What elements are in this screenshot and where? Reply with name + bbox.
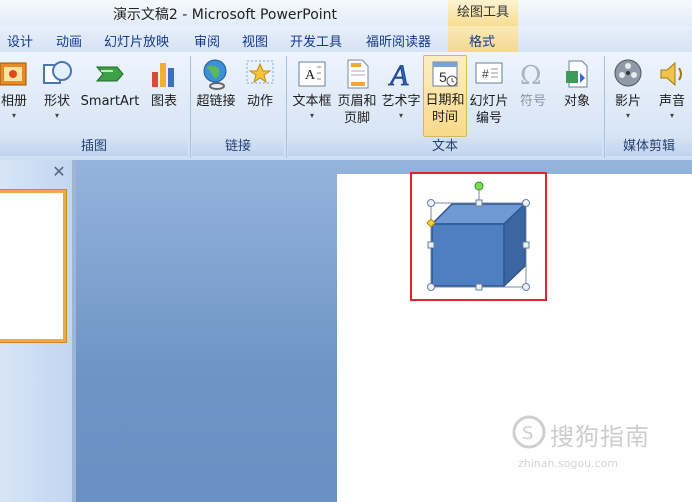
group-label-text: 文本 [288, 138, 602, 156]
ribbon-group-separator [190, 56, 191, 158]
svg-text:#: # [482, 67, 489, 81]
group-label-media-clips: 媒体剪辑 [606, 138, 692, 156]
action-star-icon [246, 60, 274, 84]
smartart-button[interactable]: SmartArt [79, 57, 141, 110]
slide-number-label: 幻灯片 [469, 94, 509, 109]
hyperlink-globe-icon [203, 59, 227, 90]
shapes-dropdown-arrow-icon: ▾ [54, 111, 59, 120]
tab-slide-show[interactable]: 幻灯片放映 [104, 31, 169, 50]
textbox-dropdown-arrow-icon: ▾ [309, 111, 314, 120]
shapes-label: 形状 [43, 94, 70, 109]
action-label: 动作 [246, 94, 273, 109]
chart-button[interactable]: 图表 [144, 57, 184, 110]
movie-button[interactable]: 影片 ▾ [608, 57, 648, 122]
slide-number-label-line2: 编号 [475, 111, 502, 126]
sound-label: 声音 [658, 94, 685, 109]
red-highlight-box [410, 172, 547, 301]
film-reel-icon [614, 59, 642, 87]
svg-text:S: S [522, 423, 533, 444]
tab-foxit-reader[interactable]: 福昕阅读器 [366, 31, 431, 50]
smartart-icon [95, 66, 124, 82]
omega-symbol-icon: Ω [520, 61, 542, 91]
sound-dropdown-arrow-icon: ▾ [669, 111, 674, 120]
ribbon-group-separator [286, 56, 287, 158]
object-button[interactable]: 对象 [556, 57, 598, 110]
action-button[interactable]: 动作 [240, 57, 280, 110]
sound-button[interactable]: 声音 ▾ [652, 57, 692, 122]
wordart-button[interactable]: A 艺术字 ▾ [380, 57, 422, 122]
watermark: S 搜狗指南 zhinan.sogou.com [512, 413, 688, 475]
slide-number-button[interactable]: # 幻灯片 编号 [467, 57, 511, 127]
svg-text:5: 5 [439, 69, 447, 85]
sogou-logo-icon: S [512, 415, 546, 449]
symbol-label: 符号 [519, 94, 546, 109]
header-footer-label: 页眉和 [337, 94, 377, 109]
header-footer-button[interactable]: 页眉和 页脚 [336, 57, 378, 127]
textbox-label: 文本框 [292, 94, 332, 109]
date-time-icon: 5 [432, 61, 458, 87]
watermark-url: zhinan.sogou.com [518, 457, 619, 470]
svg-text:A: A [305, 68, 316, 83]
tab-design[interactable]: 设计 [7, 31, 33, 50]
header-footer-label-line2: 页脚 [343, 111, 370, 126]
group-label-links: 链接 [192, 138, 284, 156]
slide-number-icon: # [475, 62, 503, 84]
movie-label: 影片 [614, 94, 641, 109]
movie-dropdown-arrow-icon: ▾ [625, 111, 630, 120]
hyperlink-button[interactable]: 超链接 [194, 57, 238, 110]
chart-icon [152, 63, 174, 87]
hyperlink-label: 超链接 [196, 94, 236, 109]
tab-format[interactable]: 格式 [469, 31, 495, 50]
tab-animations[interactable]: 动画 [56, 31, 82, 50]
photo-album-button[interactable]: 相册 ▾ [0, 57, 34, 122]
header-footer-icon [347, 59, 369, 89]
ribbon-group-separator [604, 56, 605, 158]
chart-label: 图表 [150, 94, 177, 109]
tab-developer[interactable]: 开发工具 [290, 31, 342, 50]
wordart-label: 艺术字 [381, 94, 421, 109]
wordart-icon: A [388, 59, 410, 91]
svg-text:A: A [388, 59, 409, 91]
date-time-button[interactable]: 5 日期和 时间 [423, 55, 467, 137]
group-label-illustrations: 插图 [0, 138, 188, 156]
photo-album-dropdown-arrow-icon: ▾ [11, 111, 16, 120]
tab-review[interactable]: 审阅 [194, 31, 220, 50]
wordart-dropdown-arrow-icon: ▾ [398, 111, 403, 120]
symbol-button[interactable]: Ω 符号 [514, 57, 552, 110]
photo-album-icon [0, 62, 27, 86]
slide-thumbnail[interactable] [0, 190, 66, 342]
date-time-label: 日期和 [425, 93, 465, 108]
textbox-button[interactable]: A 文本框 ▾ [289, 57, 335, 122]
photo-album-label: 相册 [0, 94, 27, 109]
smartart-label: SmartArt [80, 94, 140, 109]
shapes-button[interactable]: 形状 ▾ [38, 57, 76, 122]
tab-view[interactable]: 视图 [242, 31, 268, 50]
object-label: 对象 [563, 94, 590, 109]
watermark-text: 搜狗指南 [550, 423, 650, 451]
date-time-label-line2: 时间 [431, 110, 458, 125]
drawing-tools-context-title: 绘图工具 [448, 0, 518, 26]
object-icon [566, 60, 588, 88]
close-pane-icon[interactable]: ✕ [50, 163, 68, 181]
textbox-icon: A [298, 61, 326, 87]
svg-text:Ω: Ω [520, 61, 542, 91]
speaker-icon [660, 61, 682, 87]
shapes-icon [43, 61, 72, 84]
window-title: 演示文稿2 - Microsoft PowerPoint [112, 7, 338, 23]
